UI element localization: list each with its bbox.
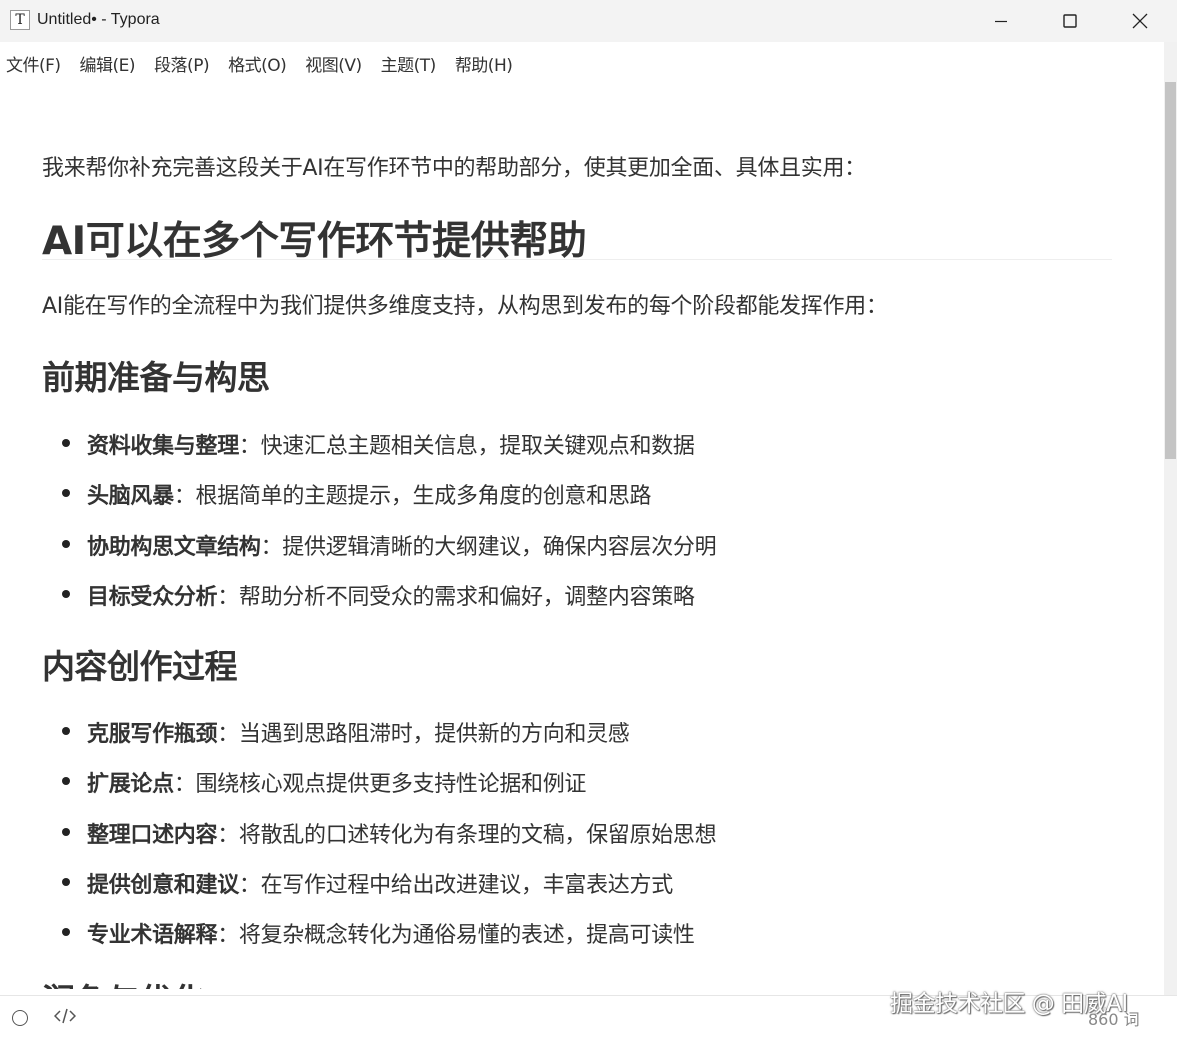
menu-file[interactable]: 文件(F) — [6, 51, 61, 76]
list-item-term: 提供创意和建议 — [87, 872, 239, 898]
list-item: 克服写作瓶颈：当遇到思路阻滞时，提供新的方向和灵感 — [42, 716, 1112, 766]
list-item: 专业术语解释：将复杂概念转化为通俗易懂的表述，提高可读性 — [42, 917, 1112, 967]
list-item-term: 扩展论点 — [87, 772, 174, 798]
menu-theme[interactable]: 主题(T) — [381, 51, 437, 76]
heading-2-creation: 内容创作过程 — [42, 647, 238, 686]
list-item-term: 协助构思文章结构 — [87, 534, 261, 560]
minimize-icon — [995, 20, 1007, 23]
list-item-term: 专业术语解释 — [87, 923, 218, 949]
menu-paragraph[interactable]: 段落(P) — [154, 51, 210, 76]
source-mode-button[interactable] — [53, 1007, 77, 1029]
list-item-desc: ：快速汇总主题相关信息，提取关键观点和数据 — [238, 434, 695, 459]
list-item-term: 整理口述内容 — [87, 822, 218, 848]
word-count[interactable]: 860 词 — [1088, 1006, 1140, 1030]
bullet-icon — [62, 928, 70, 937]
heading-2-preparation: 前期准备与构思 — [42, 358, 270, 397]
close-button[interactable] — [1105, 0, 1175, 42]
list-item-desc: ：根据简单的主题提示，生成多角度的创意和思路 — [173, 484, 652, 510]
list-item: 提供创意和建议：在写作过程中给出改进建议，丰富表达方式 — [42, 867, 1112, 917]
list-item-term: 克服写作瓶颈 — [87, 722, 218, 747]
circle-icon[interactable] — [12, 1010, 28, 1026]
list-item-term: 资料收集与整理 — [87, 434, 239, 459]
menu-bar: 文件(F) 编辑(E) 段落(P) 格式(O) 视图(V) 主题(T) 帮助(H… — [0, 42, 1164, 84]
list-item-desc: ：帮助分析不同受众的需求和偏好，调整内容策略 — [217, 584, 695, 610]
heading-2-polish: 润色与优化 — [42, 974, 205, 989]
menu-edit[interactable]: 编辑(E) — [80, 51, 136, 76]
creation-list: 克服写作瓶颈：当遇到思路阻滞时，提供新的方向和灵感 扩展论点：围绕核心观点提供更… — [42, 716, 1112, 967]
list-item-desc: ：将散乱的口述转化为有条理的文稿，保留原始思想 — [217, 822, 717, 848]
heading-divider — [42, 259, 1112, 260]
bullet-icon — [62, 489, 70, 498]
minimize-button[interactable] — [966, 0, 1036, 42]
maximize-button[interactable] — [1035, 0, 1105, 42]
preparation-list: 资料收集与整理：快速汇总主题相关信息，提取关键观点和数据 头脑风暴：根据简单的主… — [42, 428, 1112, 629]
bullet-icon — [62, 727, 70, 735]
list-item: 头脑风暴：根据简单的主题提示，生成多角度的创意和思路 — [42, 478, 1112, 528]
code-icon — [53, 1008, 77, 1024]
typora-icon: T — [10, 10, 30, 30]
heading-1: AI可以在多个写作环节提供帮助 — [42, 219, 587, 264]
body-paragraph: AI能在写作的全流程中为我们提供多维度支持，从构思到发布的每个阶段都能发挥作用： — [42, 294, 888, 319]
list-item: 扩展论点：围绕核心观点提供更多支持性论据和例证 — [42, 766, 1112, 816]
bullet-icon — [62, 777, 70, 786]
close-icon — [1132, 13, 1148, 29]
list-item: 整理口述内容：将散乱的口述转化为有条理的文稿，保留原始思想 — [42, 817, 1112, 867]
list-item-desc: ：将复杂概念转化为通俗易懂的表述，提高可读性 — [217, 923, 695, 949]
menu-format[interactable]: 格式(O) — [228, 51, 287, 76]
editor-area[interactable]: 我来帮你补充完善这段关于AI在写作环节中的帮助部分，使其更加全面、具体且实用： … — [42, 84, 1112, 989]
bullet-icon — [62, 539, 70, 548]
list-item-term: 头脑风暴 — [87, 484, 174, 510]
list-item-desc: ：围绕核心观点提供更多支持性论据和例证 — [173, 772, 587, 798]
bullet-icon — [62, 589, 70, 598]
list-item-desc: ：提供逻辑清晰的大纲建议，确保内容层次分明 — [260, 534, 717, 560]
list-item: 协助构思文章结构：提供逻辑清晰的大纲建议，确保内容层次分明 — [42, 529, 1112, 579]
list-item-term: 目标受众分析 — [87, 584, 218, 610]
list-item: 资料收集与整理：快速汇总主题相关信息，提取关键观点和数据 — [42, 428, 1112, 478]
list-item-desc: ：在写作过程中给出改进建议，丰富表达方式 — [238, 872, 673, 898]
vertical-scrollbar[interactable] — [1164, 42, 1177, 995]
bullet-icon — [62, 439, 70, 447]
list-item-desc: ：当遇到思路阻滞时，提供新的方向和灵感 — [217, 722, 630, 747]
menu-help[interactable]: 帮助(H) — [455, 51, 513, 76]
intro-paragraph: 我来帮你补充完善这段关于AI在写作环节中的帮助部分，使其更加全面、具体且实用： — [42, 156, 866, 181]
maximize-icon — [1063, 14, 1077, 28]
scrollbar-thumb[interactable] — [1165, 82, 1176, 459]
menu-view[interactable]: 视图(V) — [305, 51, 362, 76]
window-title: Untitled• - Typora — [37, 11, 160, 28]
bullet-icon — [62, 877, 70, 886]
list-item: 目标受众分析：帮助分析不同受众的需求和偏好，调整内容策略 — [42, 579, 1112, 629]
title-bar: T Untitled• - Typora — [0, 0, 1177, 42]
bullet-icon — [62, 827, 70, 836]
